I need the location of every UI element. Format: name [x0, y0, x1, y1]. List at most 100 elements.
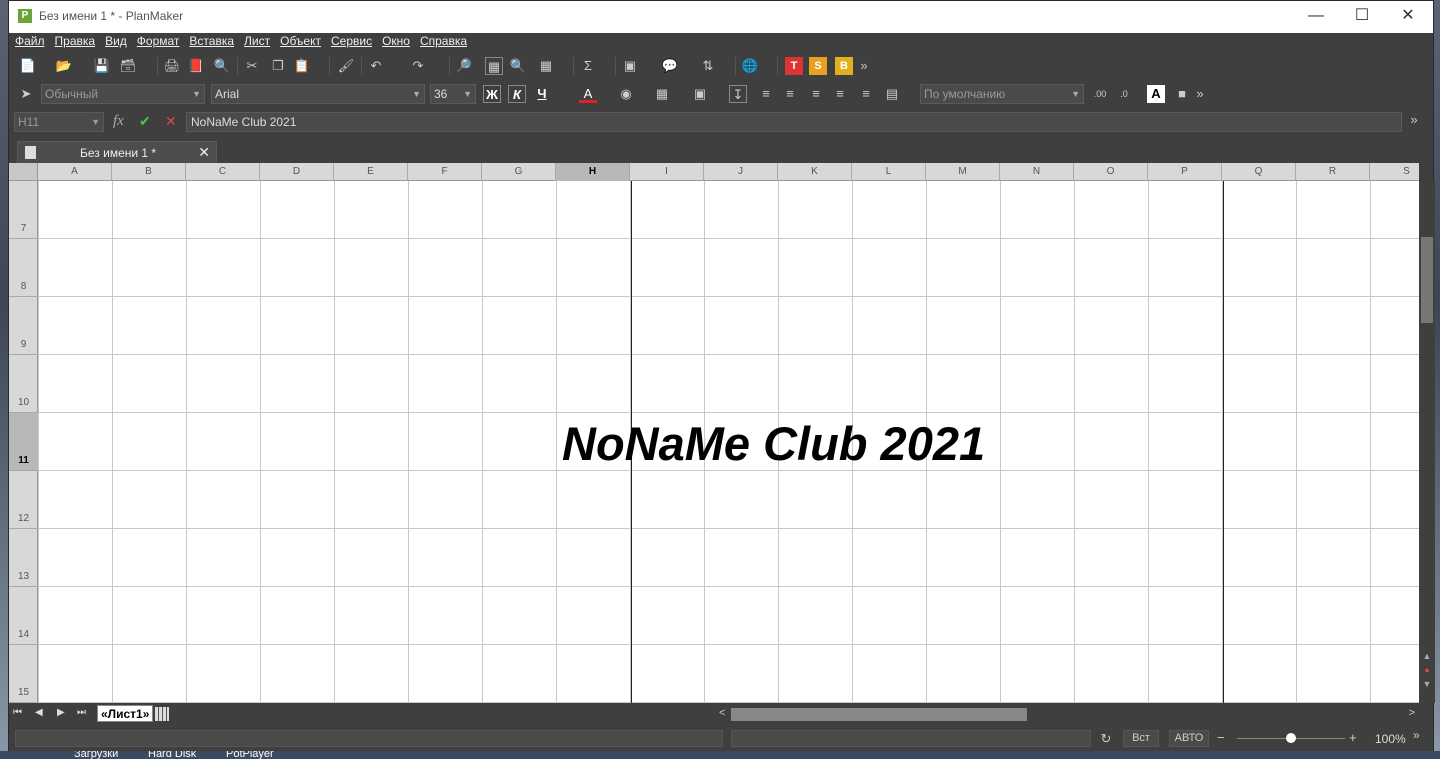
comment-icon[interactable]: 💬	[661, 57, 679, 75]
calendar-icon[interactable]: ▦	[485, 57, 503, 75]
cut-icon[interactable]: ✂	[243, 57, 261, 75]
taskbar-item-downloads[interactable]: Загрузки	[74, 751, 118, 759]
vertical-scroll-thumb[interactable]	[1421, 237, 1433, 323]
scroll-left-icon[interactable]: <	[719, 707, 725, 719]
column-header-j[interactable]: J	[704, 163, 778, 181]
decrease-decimals-icon[interactable]: .0	[1115, 85, 1133, 103]
last-sheet-icon[interactable]: ⏭	[77, 707, 86, 718]
menu-edit[interactable]: Правка	[50, 33, 101, 50]
maximize-button[interactable]: ☐	[1339, 1, 1385, 33]
select-all-corner[interactable]	[9, 163, 38, 181]
bold-button[interactable]: Ж	[483, 85, 501, 103]
row-header-11[interactable]: 11	[9, 413, 38, 471]
row-header-10[interactable]: 10	[9, 355, 38, 413]
next-sheet-icon[interactable]: ▶	[57, 707, 65, 718]
column-header-n[interactable]: N	[1000, 163, 1074, 181]
add-sheet-icon[interactable]	[155, 707, 169, 721]
sheet-tab-list1[interactable]: «Лист1»	[97, 705, 154, 722]
fill-color-icon[interactable]: ◉	[617, 85, 635, 103]
toolbar2-overflow-icon[interactable]: »	[1191, 85, 1209, 103]
formula-input[interactable]: NoNaMe Club 2021	[186, 112, 1402, 132]
column-header-p[interactable]: P	[1148, 163, 1222, 181]
minimize-button[interactable]: —	[1293, 1, 1339, 33]
format-painter-icon[interactable]: 🖌	[337, 57, 355, 75]
text-box-icon[interactable]: A	[1147, 85, 1165, 103]
print-icon[interactable]: 🖨	[163, 57, 181, 75]
taskbar-item-potplayer[interactable]: PotPlayer	[226, 751, 274, 759]
toolbar-overflow-icon[interactable]: »	[855, 57, 873, 75]
sum-icon[interactable]: Σ	[579, 57, 597, 75]
row-header-14[interactable]: 14	[9, 587, 38, 645]
increase-decimals-icon[interactable]: .00	[1091, 85, 1109, 103]
row-header-15[interactable]: 15	[9, 645, 38, 703]
column-header-a[interactable]: A	[38, 163, 112, 181]
column-header-q[interactable]: Q	[1222, 163, 1296, 181]
cell-h11-text[interactable]: NoNaMe Club 2021	[562, 415, 985, 473]
presentations-icon[interactable]: B	[835, 57, 853, 75]
merge-cells-icon[interactable]: ≡	[857, 85, 875, 103]
font-color-icon[interactable]: A	[579, 85, 597, 103]
column-header-d[interactable]: D	[260, 163, 334, 181]
open-folder-icon[interactable]: 📂	[55, 57, 73, 75]
horizontal-scroll-thumb[interactable]	[731, 708, 1027, 721]
status-overflow-icon[interactable]: »	[1413, 728, 1420, 742]
document-tab[interactable]: Без имени 1 * ✕	[17, 141, 217, 163]
column-header-c[interactable]: C	[186, 163, 260, 181]
italic-button[interactable]: К	[508, 85, 526, 103]
menu-insert[interactable]: Вставка	[184, 33, 239, 50]
menu-view[interactable]: Вид	[100, 33, 132, 50]
export-pdf-icon[interactable]: 📕	[187, 57, 205, 75]
column-header-b[interactable]: B	[112, 163, 186, 181]
align-center-icon[interactable]: ≡	[781, 85, 799, 103]
zoom-out-icon[interactable]: −	[1217, 730, 1225, 745]
row-header-12[interactable]: 12	[9, 471, 38, 529]
insert-mode-button[interactable]: Вст	[1123, 730, 1159, 747]
column-header-o[interactable]: O	[1074, 163, 1148, 181]
close-tab-icon[interactable]: ✕	[198, 144, 210, 161]
number-format-select[interactable]: По умолчанию ▼	[920, 84, 1084, 104]
taskbar-item-harddisk[interactable]: Hard Disk	[148, 751, 196, 759]
textmaker-icon[interactable]: T	[785, 57, 803, 75]
cell-reference-box[interactable]: H11 ▼	[14, 112, 104, 132]
column-header-g[interactable]: G	[482, 163, 556, 181]
underline-button[interactable]: Ч	[533, 85, 551, 103]
share-icon[interactable]: 🌐	[741, 57, 759, 75]
borders-icon[interactable]: ▦	[653, 85, 671, 103]
zoom-slider-handle[interactable]	[1286, 733, 1296, 743]
menu-window[interactable]: Окно	[377, 33, 415, 50]
row-height-icon[interactable]: ▤	[883, 85, 901, 103]
print-preview-icon[interactable]: 🔍	[213, 57, 231, 75]
column-header-i[interactable]: I	[630, 163, 704, 181]
zoom-in-icon[interactable]: +	[1349, 730, 1357, 745]
paste-icon[interactable]: 📋	[293, 57, 311, 75]
redo-icon[interactable]: ↷	[409, 57, 427, 75]
scroll-marker-icon[interactable]: ●	[1422, 665, 1432, 675]
align-left-icon[interactable]: ≡	[757, 85, 775, 103]
column-header-r[interactable]: R	[1296, 163, 1370, 181]
save-icon[interactable]: 💾	[93, 57, 111, 75]
menu-sheet[interactable]: Лист	[239, 33, 275, 50]
close-button[interactable]: ✕	[1385, 1, 1431, 33]
planmaker-icon[interactable]: S	[809, 57, 827, 75]
row-header-8[interactable]: 8	[9, 239, 38, 297]
zoom-icon[interactable]: 🔍	[509, 57, 527, 75]
column-header-l[interactable]: L	[852, 163, 926, 181]
chart-frame-icon[interactable]: ▣	[621, 57, 639, 75]
cancel-x-icon[interactable]: ✕	[165, 113, 177, 130]
new-document-icon[interactable]: 📄	[19, 57, 37, 75]
sort-icon[interactable]: ⇅	[699, 57, 717, 75]
menu-format[interactable]: Формат	[132, 33, 185, 50]
formula-overflow-icon[interactable]: »	[1405, 111, 1423, 129]
vertical-scrollbar[interactable]: ▲ ● ▼	[1419, 181, 1435, 703]
column-header-m[interactable]: M	[926, 163, 1000, 181]
row-header-7[interactable]: 7	[9, 181, 38, 239]
select-pointer-icon[interactable]: ➤	[17, 85, 35, 103]
scroll-up-icon[interactable]: ▲	[1422, 651, 1432, 661]
menu-tools[interactable]: Сервис	[326, 33, 377, 50]
column-header-s[interactable]: S	[1370, 163, 1419, 181]
style-select[interactable]: Обычный ▼	[41, 84, 205, 104]
align-right-icon[interactable]: ≡	[807, 85, 825, 103]
menu-object[interactable]: Объект	[275, 33, 326, 50]
column-header-e[interactable]: E	[334, 163, 408, 181]
find-icon[interactable]: 🔎	[455, 57, 473, 75]
